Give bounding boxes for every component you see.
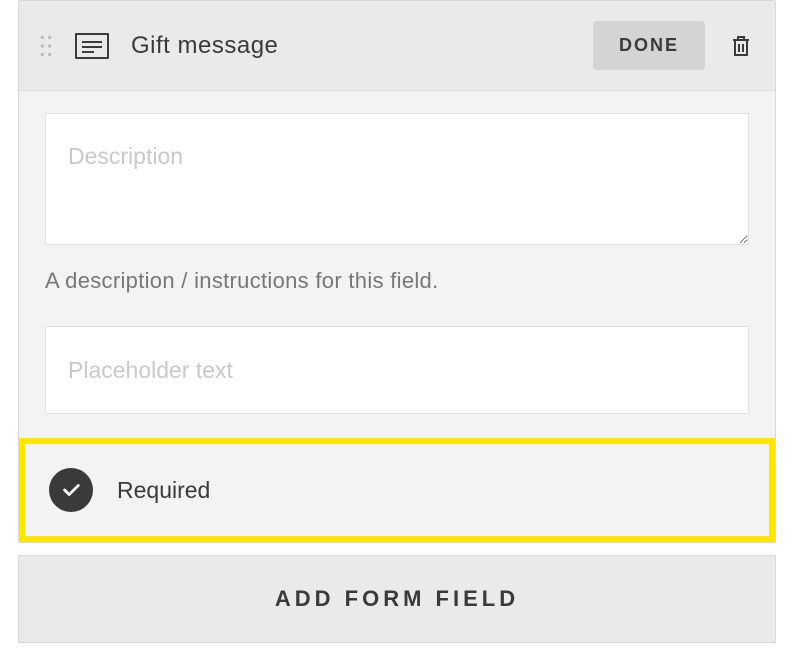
description-help-text: A description / instructions for this fi… [45,268,749,294]
delete-button[interactable] [727,32,755,60]
field-header: Gift message DONE [19,1,775,90]
trash-icon [729,34,753,58]
description-input[interactable] [45,113,749,245]
check-icon [49,468,93,512]
drag-handle-icon[interactable] [39,35,53,57]
done-button[interactable]: DONE [593,21,705,70]
required-label: Required [117,477,210,504]
textarea-type-icon [75,33,109,59]
field-body: A description / instructions for this fi… [19,90,775,542]
field-title: Gift message [131,32,278,60]
placeholder-input[interactable] [45,326,749,414]
form-field-panel: Gift message DONE A description / instru… [18,0,776,543]
add-form-field-button[interactable]: ADD FORM FIELD [18,555,776,643]
required-toggle[interactable]: Required [19,438,775,542]
